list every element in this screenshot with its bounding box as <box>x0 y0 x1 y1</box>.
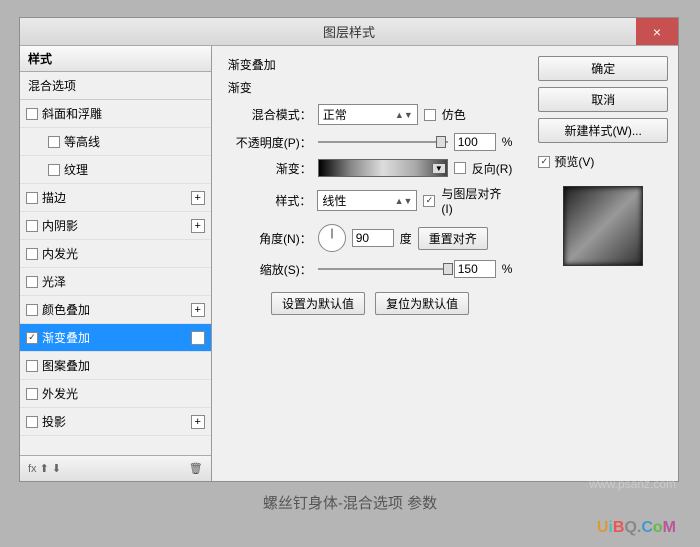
styles-panel: 样式 混合选项 斜面和浮雕等高线纹理描边 + 内阴影 + 内发光光泽颜色叠加 + ✓ 渐变叠加… <box>20 46 212 481</box>
preview-checkbox[interactable]: ✓ <box>538 156 550 168</box>
angle-unit: 度 <box>400 230 412 247</box>
watermark: www.psanz.com <box>589 477 676 491</box>
style-checkbox[interactable] <box>48 136 60 148</box>
dither-checkbox[interactable] <box>424 109 436 121</box>
preview-thumbnail <box>563 186 643 266</box>
blend-mode-select[interactable]: 正常 ▲▼ <box>318 104 418 125</box>
reverse-checkbox[interactable] <box>454 162 466 174</box>
add-effect-button[interactable]: + <box>191 331 205 345</box>
style-item-3[interactable]: 描边 + <box>20 184 211 212</box>
style-item-label: 内发光 <box>42 245 78 262</box>
style-item-10[interactable]: 外发光 <box>20 380 211 408</box>
style-checkbox[interactable]: ✓ <box>26 332 38 344</box>
style-value: 线性 <box>322 192 346 209</box>
add-effect-button[interactable]: + <box>191 219 205 233</box>
blend-mode-value: 正常 <box>323 106 347 123</box>
angle-dial[interactable] <box>318 224 346 252</box>
styles-footer: fx ⬆ ⬇ 🗑 <box>20 455 211 481</box>
style-item-11[interactable]: 投影 + <box>20 408 211 436</box>
style-checkbox[interactable] <box>26 276 38 288</box>
style-checkbox[interactable] <box>26 360 38 372</box>
style-checkbox[interactable] <box>26 192 38 204</box>
style-checkbox[interactable] <box>26 304 38 316</box>
gradient-picker[interactable]: ▼ <box>318 159 448 177</box>
style-item-4[interactable]: 内阴影 + <box>20 212 211 240</box>
style-item-label: 内阴影 <box>42 217 78 234</box>
angle-label: 角度(N)： <box>228 230 312 247</box>
style-item-label: 斜面和浮雕 <box>42 105 102 122</box>
scale-label: 缩放(S)： <box>228 261 312 278</box>
caption: 螺丝钉身体-混合选项 参数 <box>0 492 700 513</box>
style-item-label: 图案叠加 <box>42 357 90 374</box>
style-item-label: 描边 <box>42 189 66 206</box>
style-item-label: 外发光 <box>42 385 78 402</box>
style-checkbox[interactable] <box>26 220 38 232</box>
sub-label: 渐变 <box>228 79 513 96</box>
opacity-unit: % <box>502 135 513 149</box>
reverse-label: 反向(R) <box>472 160 513 177</box>
options-panel: 渐变叠加 渐变 混合模式： 正常 ▲▼ 仿色 不透明度(P)： <box>212 46 529 481</box>
style-checkbox[interactable] <box>48 164 60 176</box>
style-item-9[interactable]: 图案叠加 <box>20 352 211 380</box>
reset-default-button[interactable]: 复位为默认值 <box>375 292 469 315</box>
actions-panel: 确定 取消 新建样式(W)... ✓ 预览(V) <box>528 46 678 481</box>
logo: UiBQ.CoM <box>597 519 676 537</box>
style-checkbox[interactable] <box>26 248 38 260</box>
layer-style-dialog: 图层样式 × 样式 混合选项 斜面和浮雕等高线纹理描边 + 内阴影 + 内发光光泽颜色叠… <box>19 17 679 482</box>
trash-icon[interactable]: 🗑 <box>189 462 203 475</box>
dialog-title: 图层样式 <box>323 22 375 41</box>
reset-align-button[interactable]: 重置对齐 <box>418 227 488 250</box>
cancel-button[interactable]: 取消 <box>538 87 668 112</box>
style-item-label: 纹理 <box>64 161 88 178</box>
style-item-6[interactable]: 光泽 <box>20 268 211 296</box>
style-item-5[interactable]: 内发光 <box>20 240 211 268</box>
scale-unit: % <box>502 262 513 276</box>
angle-input[interactable]: 90 <box>352 229 394 247</box>
set-default-button[interactable]: 设置为默认值 <box>271 292 365 315</box>
select-arrows-icon: ▲▼ <box>395 110 413 120</box>
style-checkbox[interactable] <box>26 416 38 428</box>
new-style-button[interactable]: 新建样式(W)... <box>538 118 668 143</box>
style-item-1[interactable]: 等高线 <box>20 128 211 156</box>
style-item-0[interactable]: 斜面和浮雕 <box>20 100 211 128</box>
gradient-dropdown-icon[interactable]: ▼ <box>432 164 445 173</box>
add-effect-button[interactable]: + <box>191 191 205 205</box>
style-item-label: 投影 <box>42 413 66 430</box>
styles-list: 混合选项 斜面和浮雕等高线纹理描边 + 内阴影 + 内发光光泽颜色叠加 + ✓ 渐变叠加 + 图案… <box>20 72 211 455</box>
gradient-label: 渐变： <box>228 160 312 177</box>
styles-header: 样式 <box>20 46 211 72</box>
titlebar: 图层样式 × <box>20 18 678 46</box>
style-select[interactable]: 线性 ▲▼ <box>317 190 417 211</box>
ok-button[interactable]: 确定 <box>538 56 668 81</box>
opacity-label: 不透明度(P)： <box>228 134 312 151</box>
section-title: 渐变叠加 <box>228 56 513 73</box>
opacity-slider[interactable] <box>318 135 448 149</box>
style-item-7[interactable]: 颜色叠加 + <box>20 296 211 324</box>
style-checkbox[interactable] <box>26 388 38 400</box>
style-item-label: 颜色叠加 <box>42 301 90 318</box>
preview-label: 预览(V) <box>554 153 594 170</box>
scale-input[interactable]: 150 <box>454 260 496 278</box>
style-item-8[interactable]: ✓ 渐变叠加 + <box>20 324 211 352</box>
align-label: 与图层对齐(I) <box>441 185 512 216</box>
add-effect-button[interactable]: + <box>191 415 205 429</box>
style-item-2[interactable]: 纹理 <box>20 156 211 184</box>
blend-mode-label: 混合模式： <box>228 106 312 123</box>
close-button[interactable]: × <box>636 18 678 45</box>
style-label: 样式： <box>228 192 312 209</box>
reorder-icons[interactable]: ⬆ ⬇ <box>40 463 62 475</box>
fx-icon[interactable]: fx <box>28 463 37 475</box>
blend-options-item[interactable]: 混合选项 <box>20 72 211 100</box>
add-effect-button[interactable]: + <box>191 303 205 317</box>
close-icon: × <box>653 24 661 40</box>
style-item-label: 等高线 <box>64 133 100 150</box>
select-arrows-icon: ▲▼ <box>395 196 413 206</box>
style-checkbox[interactable] <box>26 108 38 120</box>
style-item-label: 光泽 <box>42 273 66 290</box>
align-checkbox[interactable]: ✓ <box>423 195 435 207</box>
style-item-label: 渐变叠加 <box>42 329 90 346</box>
opacity-input[interactable]: 100 <box>454 133 496 151</box>
dither-label: 仿色 <box>442 106 466 123</box>
scale-slider[interactable] <box>318 262 448 276</box>
